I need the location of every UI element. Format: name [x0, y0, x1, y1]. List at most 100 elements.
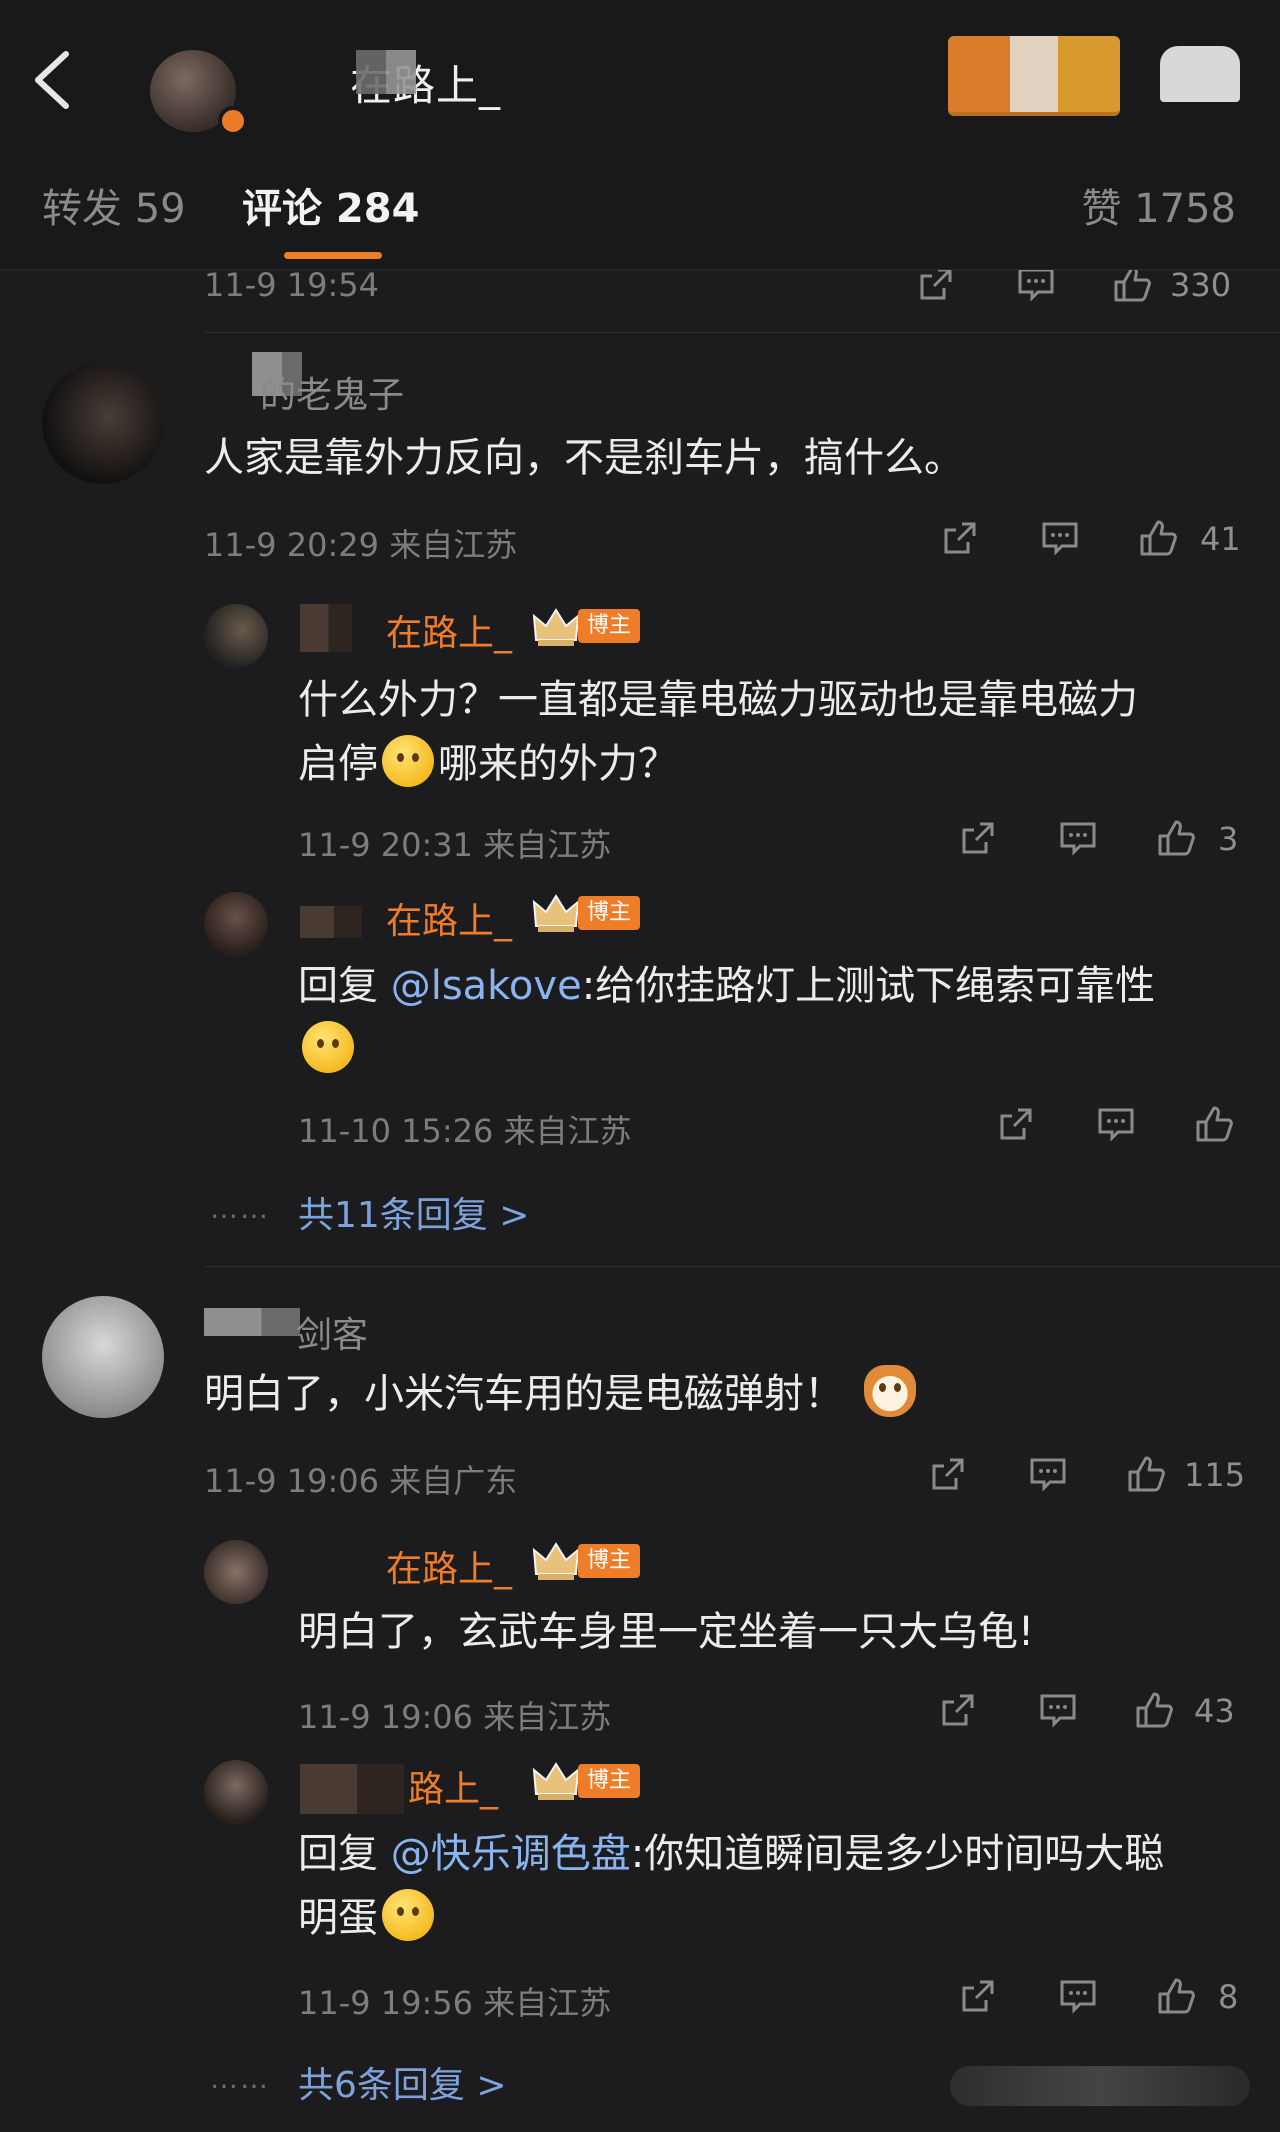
- comment-meta: 11-9 20:29 来自江苏: [204, 526, 518, 564]
- comment-actions: 330: [916, 264, 1246, 308]
- comment-text-segment: 明白了，小米汽车用的是电磁弹射！: [204, 1371, 844, 1417]
- reply-actions: 43: [938, 1690, 1246, 1734]
- like-icon[interactable]: [1112, 264, 1152, 304]
- comment-icon[interactable]: [1058, 1976, 1098, 2016]
- reply-meta: 11-9 19:06 来自江苏: [298, 1698, 612, 1736]
- like-icon[interactable]: [1138, 518, 1178, 558]
- comment-meta: 11-9 19:06 来自广东: [204, 1462, 518, 1500]
- like-count: 3: [1218, 820, 1239, 858]
- share-icon[interactable]: [938, 1690, 978, 1730]
- crown-icon: [532, 608, 580, 646]
- name-mosaic: [356, 50, 416, 94]
- back-icon[interactable]: [30, 48, 74, 112]
- blogger-badge: 博主: [578, 609, 641, 643]
- crown-icon: [532, 1542, 580, 1580]
- more-badge[interactable]: [1160, 46, 1240, 102]
- reply-actions: 8: [958, 1976, 1246, 2020]
- comment-icon[interactable]: [1058, 818, 1098, 858]
- share-icon[interactable]: [940, 518, 980, 558]
- share-icon[interactable]: [996, 1104, 1036, 1144]
- comment-text: 明白了，小米汽车用的是电磁弹射！: [204, 1362, 1244, 1426]
- view-more-replies-link[interactable]: 共11条回复 >: [298, 1186, 529, 1238]
- comment-actions: 41: [940, 518, 1246, 562]
- avatar[interactable]: [204, 1540, 268, 1604]
- grin-emoji-icon: [302, 1021, 354, 1073]
- comment-icon[interactable]: [1040, 518, 1080, 558]
- reply-text-line: 明蛋: [298, 1886, 1258, 1950]
- like-icon[interactable]: [1194, 1104, 1234, 1144]
- like-count: 43: [1194, 1692, 1235, 1730]
- reply-text-line: 回复 @lsakove:给你挂路灯上测试下绳索可靠性: [298, 954, 1258, 1018]
- avatar[interactable]: [204, 1760, 268, 1824]
- name-mosaic: [300, 1764, 404, 1814]
- comment-icon[interactable]: [1016, 264, 1056, 304]
- avatar[interactable]: [204, 892, 268, 956]
- like-icon[interactable]: [1134, 1690, 1174, 1730]
- mention-link[interactable]: @快乐调色盘: [391, 1831, 631, 1877]
- blogger-name[interactable]: 在路上_: [386, 892, 512, 944]
- eye-roll-emoji-icon: [382, 735, 434, 787]
- tab-bar: 转发 59 评论 284 赞 1758: [0, 176, 1280, 259]
- ellipsis: ……: [210, 2062, 270, 2095]
- tab-forwards[interactable]: 转发 59: [42, 176, 186, 234]
- cat-emoji-icon: [864, 1365, 916, 1417]
- reply-text: 明白了，玄武车身里一定坐着一只大乌龟!: [298, 1609, 1035, 1655]
- share-icon[interactable]: [958, 1976, 998, 2016]
- reply-meta: 11-9 20:31 来自江苏: [298, 826, 612, 864]
- tab-likes[interactable]: 赞 1758: [1081, 176, 1236, 234]
- watermark: [950, 2066, 1250, 2106]
- medal-badge[interactable]: [948, 36, 1120, 116]
- blogger-badge: 博主: [578, 896, 641, 930]
- name-mosaic: [204, 1308, 300, 1336]
- crown-icon: [532, 1762, 580, 1800]
- reply-text-segment: 启停: [298, 741, 378, 787]
- commenter-name[interactable]: 的老鬼子: [260, 366, 404, 418]
- comment-icon[interactable]: [1028, 1454, 1068, 1494]
- like-count: 115: [1184, 1456, 1246, 1494]
- share-icon[interactable]: [916, 264, 956, 304]
- comment-icon[interactable]: [1038, 1690, 1078, 1730]
- share-icon[interactable]: [928, 1454, 968, 1494]
- reply-text-segment: :给你挂路灯上测试下绳索可靠性: [581, 963, 1156, 1009]
- view-more-replies-link[interactable]: 共6条回复 >: [298, 2056, 507, 2108]
- comment-icon[interactable]: [1096, 1104, 1136, 1144]
- verified-badge-icon: [218, 106, 248, 136]
- header: 在路上_ 转发 59 评论 284 赞 1758: [0, 0, 1280, 270]
- active-tab-indicator: [284, 252, 382, 259]
- blogger-name[interactable]: 在路上_: [386, 604, 512, 656]
- blogger-name[interactable]: 路上_: [408, 1760, 498, 1812]
- ellipsis: ……: [210, 1192, 270, 1225]
- blogger-badge: 博主: [578, 1764, 641, 1798]
- crown-icon: [532, 894, 580, 932]
- share-icon[interactable]: [958, 818, 998, 858]
- commenter-name[interactable]: 剑客: [296, 1306, 368, 1358]
- reply-text: 回复 @快乐调色盘:你知道瞬间是多少时间吗大聪 明蛋: [298, 1822, 1258, 1950]
- blogger-name[interactable]: 在路上_: [386, 1540, 512, 1592]
- mention-link[interactable]: @lsakove: [391, 963, 582, 1009]
- reply-text-segment: 哪来的外力？: [438, 741, 678, 787]
- like-icon[interactable]: [1126, 1454, 1166, 1494]
- avatar[interactable]: [42, 1296, 164, 1418]
- reply-prefix: 回复: [298, 1831, 391, 1877]
- reply-actions: 3: [958, 818, 1246, 862]
- avatar[interactable]: [42, 362, 164, 484]
- tab-comments[interactable]: 评论 284: [242, 176, 419, 234]
- reply-text-line: [298, 1018, 1258, 1082]
- reply-text-line: 启停 哪来的外力？: [298, 732, 1258, 796]
- avatar[interactable]: [204, 604, 268, 668]
- reply-meta: 11-10 15:26 来自江苏: [298, 1112, 632, 1150]
- like-icon[interactable]: [1156, 1976, 1196, 2016]
- like-icon[interactable]: [1156, 818, 1196, 858]
- name-mosaic: [300, 604, 352, 652]
- comment-actions: 115: [928, 1454, 1246, 1498]
- divider: [204, 1266, 1280, 1267]
- reply-actions: [996, 1104, 1246, 1148]
- name-mosaic: [300, 906, 362, 938]
- reply-text: 什么外力？一直都是靠电磁力驱动也是靠电磁力 启停 哪来的外力？: [298, 668, 1258, 796]
- divider: [204, 332, 1280, 333]
- like-count: 8: [1218, 1978, 1239, 2016]
- surprised-emoji-icon: [382, 1889, 434, 1941]
- reply-text-segment: :你知道瞬间是多少时间吗大聪: [630, 1831, 1165, 1877]
- comment-feed: 11-9 19:54 330 的老鬼子 人家是靠外力反向，不是刹车片，搞什么。 …: [0, 0, 1280, 2132]
- reply-meta: 11-9 19:56 来自江苏: [298, 1984, 612, 2022]
